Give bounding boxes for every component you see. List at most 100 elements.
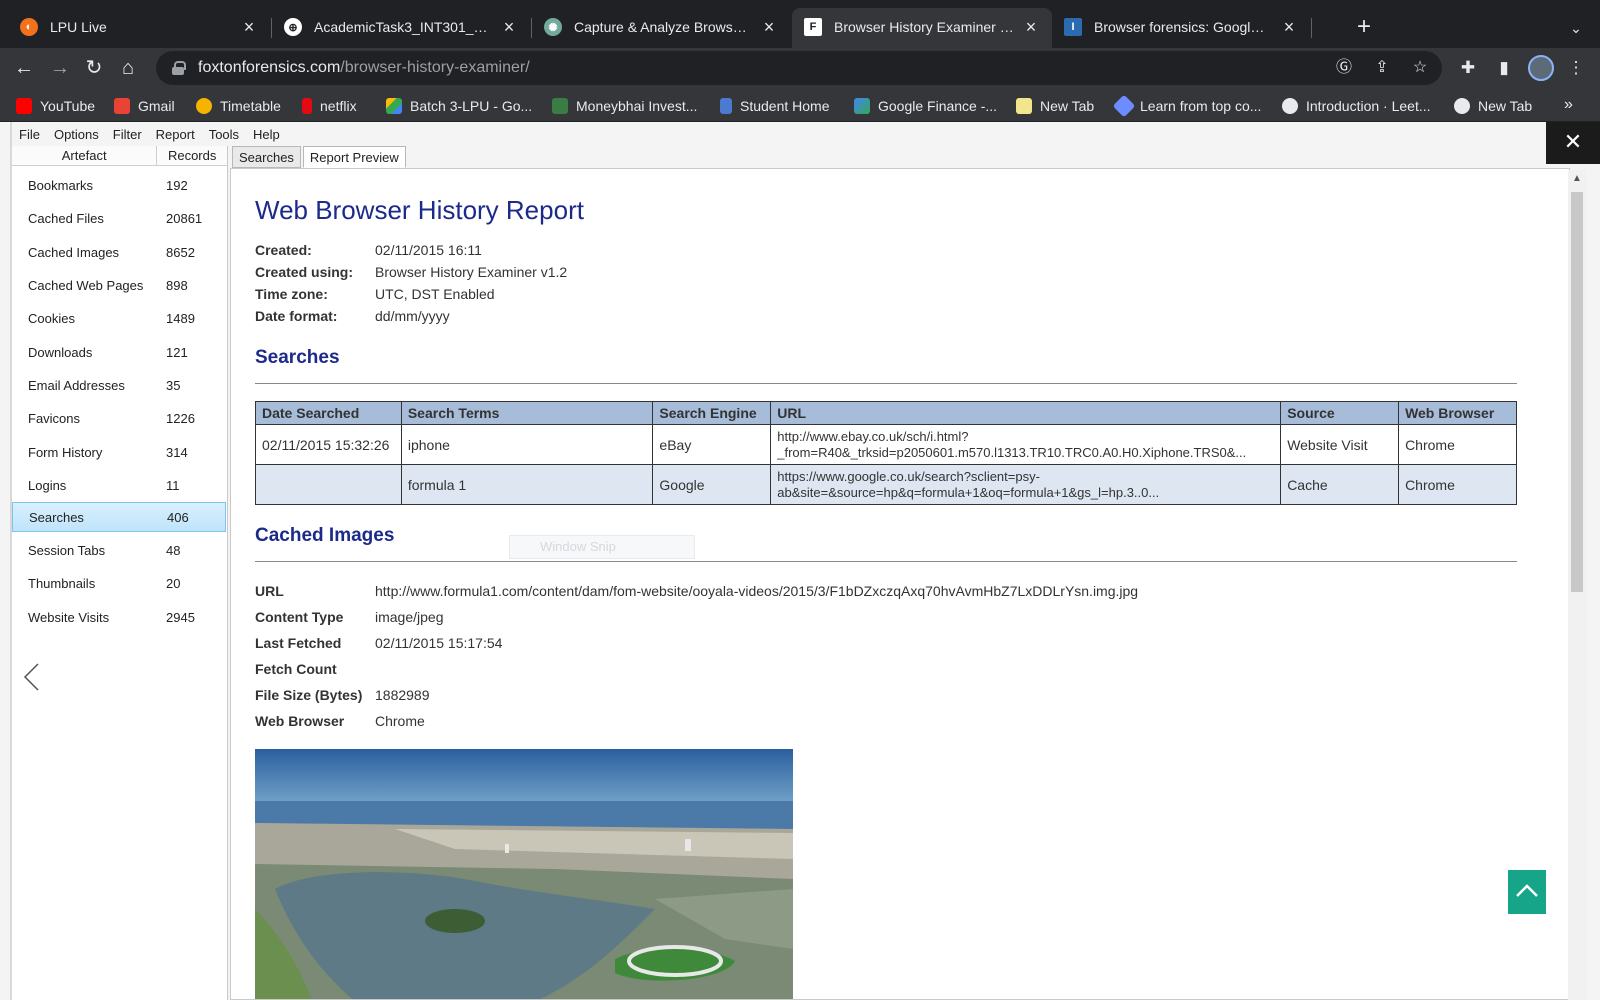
tab-report-preview[interactable]: Report Preview bbox=[302, 146, 406, 168]
close-tab-icon[interactable]: × bbox=[760, 18, 778, 36]
close-tab-icon[interactable]: × bbox=[1280, 18, 1298, 36]
menu-file[interactable]: File bbox=[12, 123, 47, 146]
tab-academic-task[interactable]: ⊕ AcademicTask3_INT301_Project × bbox=[272, 8, 530, 46]
google-drive-icon bbox=[386, 98, 402, 114]
cached-meta-url: URL http://www.formula1.com/content/dam/f… bbox=[255, 583, 1138, 599]
column-header-records[interactable]: Records bbox=[157, 146, 227, 165]
bookmark-learn-top-co[interactable]: Learn from top co... bbox=[1112, 94, 1261, 118]
artefact-row-cookies[interactable]: Cookies 1489 bbox=[12, 303, 226, 333]
artefact-count: 192 bbox=[166, 177, 188, 193]
bookmark-google-finance[interactable]: Google Finance -... bbox=[854, 96, 997, 116]
chatgpt-favicon-icon: ✺ bbox=[544, 18, 562, 36]
profile-avatar[interactable] bbox=[1528, 55, 1554, 81]
address-bar[interactable]: foxtonforensics.com/browser-history-exam… bbox=[156, 51, 1442, 85]
artefact-row-logins[interactable]: Logins 11 bbox=[12, 470, 226, 500]
artefact-row-cached-images[interactable]: Cached Images 8652 bbox=[12, 237, 226, 267]
bookmark-label: New Tab bbox=[1040, 98, 1095, 114]
bookmark-introduction-leet[interactable]: Introduction · Leet... bbox=[1282, 96, 1431, 116]
lock-icon[interactable] bbox=[172, 61, 186, 75]
url-line: ab&site=&source=hp&q=formula+1&oq=formul… bbox=[777, 484, 1160, 500]
cell-source: Cache bbox=[1280, 464, 1400, 505]
close-overlay-icon[interactable]: ✕ bbox=[1546, 122, 1600, 164]
tab-search-chevron-icon[interactable]: ⌄ bbox=[1564, 16, 1588, 40]
tab-capture-analyze[interactable]: ✺ Capture & Analyze Browser History × bbox=[532, 8, 790, 46]
tab-lpu-live[interactable]: ◐ LPU Live × bbox=[8, 8, 270, 46]
bookmark-netflix[interactable]: netflix bbox=[302, 96, 357, 116]
artefact-row-bookmarks[interactable]: Bookmarks 192 bbox=[12, 170, 226, 200]
new-tab-plus-icon[interactable]: + bbox=[1352, 15, 1376, 40]
artefact-name: Cookies bbox=[28, 310, 75, 326]
artefact-count: 11 bbox=[166, 477, 180, 493]
forward-arrow-icon[interactable]: → bbox=[46, 54, 74, 82]
artefact-name: Website Visits bbox=[28, 609, 110, 625]
extensions-puzzle-icon[interactable]: ✚ bbox=[1454, 54, 1482, 82]
home-icon[interactable]: ⌂ bbox=[114, 54, 142, 82]
tab-title: AcademicTask3_INT301_Project bbox=[314, 19, 492, 35]
col-source: Source bbox=[1280, 401, 1400, 425]
back-chevron-icon[interactable] bbox=[22, 662, 42, 692]
artefact-name: Cached Web Pages bbox=[28, 277, 144, 293]
more-bookmarks-chevron-icon[interactable]: » bbox=[1564, 96, 1573, 114]
artefact-row-email-addresses[interactable]: Email Addresses 35 bbox=[12, 370, 226, 400]
artefact-count: 121 bbox=[166, 344, 188, 360]
bookmark-moneybhai[interactable]: Moneybhai Invest... bbox=[552, 96, 697, 116]
bookmark-new-tab[interactable]: New Tab bbox=[1016, 96, 1094, 116]
google-lens-icon[interactable]: Ⓖ bbox=[1332, 56, 1356, 80]
report-title: Web Browser History Report bbox=[255, 195, 584, 225]
side-panel-icon[interactable]: ▮ bbox=[1490, 54, 1518, 82]
menu-help[interactable]: Help bbox=[246, 123, 287, 146]
share-icon[interactable]: ⇪ bbox=[1370, 56, 1394, 80]
tab-browser-forensics[interactable]: I Browser forensics: Google chrome × bbox=[1052, 8, 1310, 46]
close-tab-icon[interactable]: × bbox=[500, 18, 518, 36]
bookmark-new-tab-2[interactable]: New Tab bbox=[1454, 96, 1532, 116]
bookmark-youtube[interactable]: YouTube bbox=[16, 96, 95, 116]
reload-icon[interactable]: ↻ bbox=[80, 54, 108, 82]
google-finance-icon bbox=[854, 98, 870, 114]
artefact-row-session-tabs[interactable]: Session Tabs 48 bbox=[12, 535, 226, 565]
artefact-row-website-visits[interactable]: Website Visits 2945 bbox=[12, 602, 226, 632]
menu-report[interactable]: Report bbox=[149, 123, 202, 146]
artefact-name: Thumbnails bbox=[28, 575, 96, 591]
star-bookmark-icon[interactable]: ☆ bbox=[1408, 56, 1432, 80]
scroll-up-arrow-icon[interactable]: ▲ bbox=[1568, 170, 1586, 188]
bookmark-gmail[interactable]: Gmail bbox=[114, 96, 175, 116]
artefact-count: 8652 bbox=[166, 244, 195, 260]
artefact-name: Email Addresses bbox=[28, 377, 125, 393]
cached-meta-file-size: File Size (Bytes) 1882989 bbox=[255, 687, 430, 703]
url-host: foxtonforensics.com bbox=[198, 59, 341, 76]
tab-searches[interactable]: Searches bbox=[232, 146, 301, 168]
more-menu-icon[interactable]: ⋮ bbox=[1562, 54, 1590, 82]
artefact-row-form-history[interactable]: Form History 314 bbox=[12, 437, 226, 467]
meta-key: Fetch Count bbox=[255, 661, 337, 677]
menu-options[interactable]: Options bbox=[47, 123, 106, 146]
scroll-to-top-button[interactable] bbox=[1508, 870, 1546, 914]
bookmark-timetable[interactable]: Timetable bbox=[196, 96, 281, 116]
cell-url[interactable]: https://www.google.co.uk/search?sclient=… bbox=[770, 464, 1282, 505]
cell-engine: eBay bbox=[652, 424, 772, 465]
gmail-icon bbox=[114, 98, 130, 114]
meta-value[interactable]: http://www.formula1.com/content/dam/fom-… bbox=[375, 583, 1138, 599]
menu-tools[interactable]: Tools bbox=[202, 123, 246, 146]
close-tab-icon[interactable]: × bbox=[240, 18, 258, 36]
app-menu-bar: File Options Filter Report Tools Help bbox=[12, 122, 1546, 146]
back-arrow-icon[interactable]: ← bbox=[10, 54, 38, 82]
artefact-row-cached-files[interactable]: Cached Files 20861 bbox=[12, 203, 226, 233]
artefact-row-cached-web-pages[interactable]: Cached Web Pages 898 bbox=[12, 270, 226, 300]
artefact-row-favicons[interactable]: Favicons 1226 bbox=[12, 403, 226, 433]
artefact-row-thumbnails[interactable]: Thumbnails 20 bbox=[12, 568, 226, 598]
artefact-row-searches[interactable]: Searches 406 bbox=[12, 502, 226, 532]
artefact-count: 48 bbox=[166, 542, 181, 558]
meta-key: URL bbox=[255, 583, 284, 599]
bookmark-batch3-lpu[interactable]: Batch 3-LPU - Go... bbox=[386, 96, 532, 116]
cell-url[interactable]: http://www.ebay.co.uk/sch/i.html? _from=R… bbox=[770, 424, 1282, 465]
close-tab-icon[interactable]: × bbox=[1022, 18, 1040, 36]
scrollbar-thumb[interactable] bbox=[1571, 192, 1583, 592]
bookmark-student-home[interactable]: Student Home bbox=[720, 96, 830, 116]
column-header-artefact[interactable]: Artefact bbox=[12, 146, 158, 165]
searches-divider bbox=[255, 383, 1517, 384]
artefact-row-downloads[interactable]: Downloads 121 bbox=[12, 337, 226, 367]
artefact-list-header: Artefact Records bbox=[12, 146, 227, 166]
artefact-name: Form History bbox=[28, 444, 103, 460]
menu-filter[interactable]: Filter bbox=[106, 123, 149, 146]
report-scrollbar[interactable]: ▲ bbox=[1568, 170, 1586, 1000]
